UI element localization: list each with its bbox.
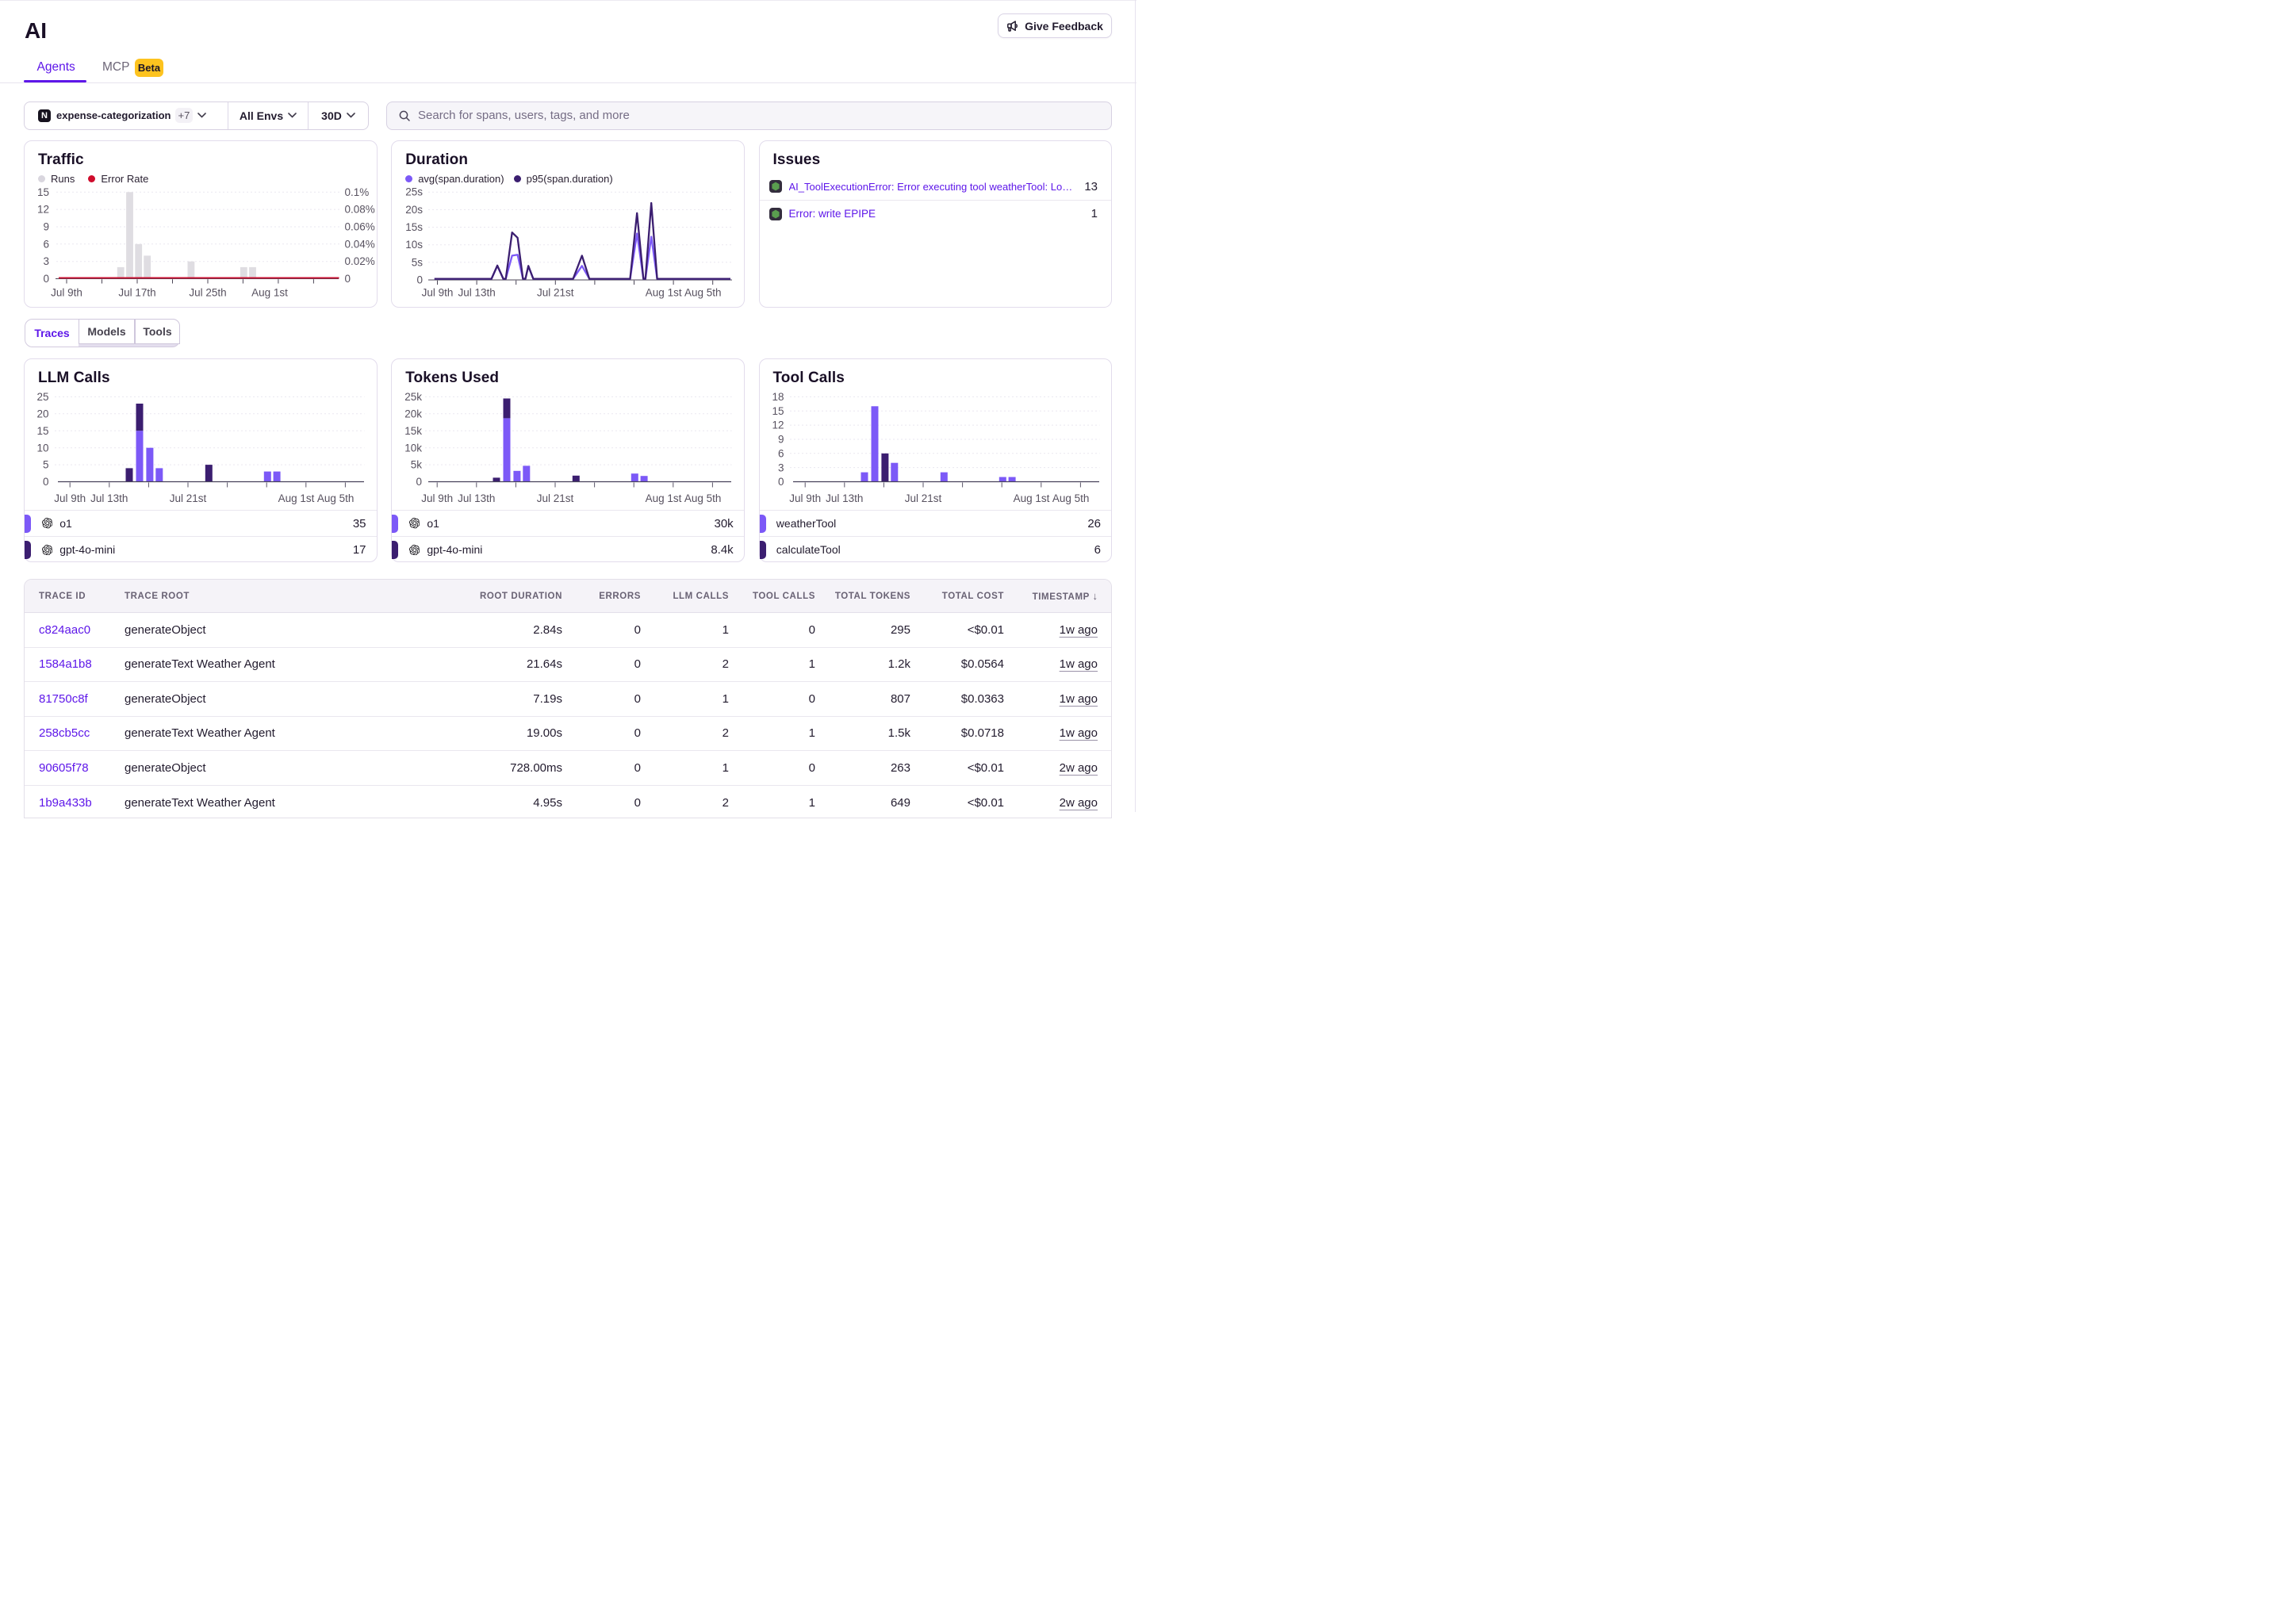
svg-text:Aug 5th: Aug 5th [684,287,722,299]
svg-text:Jul 13th: Jul 13th [458,287,496,299]
svg-text:Jul 9th: Jul 9th [51,287,82,299]
svg-text:6: 6 [43,238,49,250]
svg-text:Aug 5th: Aug 5th [1052,492,1089,504]
svg-text:0: 0 [416,476,423,488]
svg-text:20s: 20s [405,204,423,216]
svg-text:Jul 25th: Jul 25th [189,287,226,299]
svg-text:12: 12 [37,204,49,216]
svg-text:Jul 9th: Jul 9th [54,492,86,504]
svg-text:5: 5 [43,458,49,470]
svg-text:Jul 9th: Jul 9th [421,492,453,504]
svg-text:3: 3 [777,462,784,473]
svg-text:Jul 17th: Jul 17th [118,287,155,299]
svg-text:Jul 13th: Jul 13th [90,492,128,504]
svg-text:Aug 1st: Aug 1st [251,287,288,299]
svg-text:6: 6 [777,447,784,459]
svg-text:Jul 21st: Jul 21st [537,287,574,299]
svg-text:25s: 25s [405,186,423,198]
svg-text:0.02%: 0.02% [345,255,375,267]
svg-text:18: 18 [772,391,784,403]
svg-text:15: 15 [36,424,48,436]
svg-text:5s: 5s [412,256,424,268]
svg-text:Jul 21st: Jul 21st [904,492,941,504]
svg-text:Aug 1st: Aug 1st [278,492,315,504]
svg-text:15s: 15s [405,221,423,233]
svg-text:0.06%: 0.06% [345,221,375,233]
svg-text:10: 10 [36,442,48,454]
svg-text:0.04%: 0.04% [345,238,375,250]
svg-text:10k: 10k [404,442,422,454]
svg-text:Aug 5th: Aug 5th [684,492,722,504]
svg-text:Jul 9th: Jul 9th [789,492,821,504]
svg-text:Aug 1st: Aug 1st [646,287,682,299]
svg-text:15k: 15k [404,424,422,436]
svg-text:Aug 1st: Aug 1st [1013,492,1049,504]
svg-text:Jul 13th: Jul 13th [826,492,863,504]
svg-text:5k: 5k [411,458,423,470]
svg-text:0.1%: 0.1% [345,186,370,198]
svg-text:25: 25 [36,391,48,403]
svg-text:0: 0 [777,476,784,488]
svg-text:Aug 5th: Aug 5th [317,492,355,504]
svg-text:Aug 1st: Aug 1st [646,492,682,504]
svg-text:15: 15 [37,186,49,198]
svg-text:0: 0 [417,274,424,286]
svg-text:Jul 21st: Jul 21st [537,492,574,504]
svg-text:15: 15 [772,404,784,416]
svg-text:12: 12 [772,419,784,431]
svg-text:25k: 25k [404,391,422,403]
svg-text:Jul 9th: Jul 9th [422,287,454,299]
svg-text:0: 0 [345,273,351,285]
svg-text:20k: 20k [404,408,422,419]
svg-text:9: 9 [777,433,784,445]
svg-text:0: 0 [43,273,49,285]
svg-text:9: 9 [43,221,49,233]
svg-text:Jul 21st: Jul 21st [170,492,207,504]
svg-text:20: 20 [36,408,48,419]
svg-text:3: 3 [43,255,49,267]
svg-text:0: 0 [43,476,49,488]
svg-text:10s: 10s [405,239,423,251]
svg-text:Jul 13th: Jul 13th [458,492,495,504]
svg-text:0.08%: 0.08% [345,204,375,216]
